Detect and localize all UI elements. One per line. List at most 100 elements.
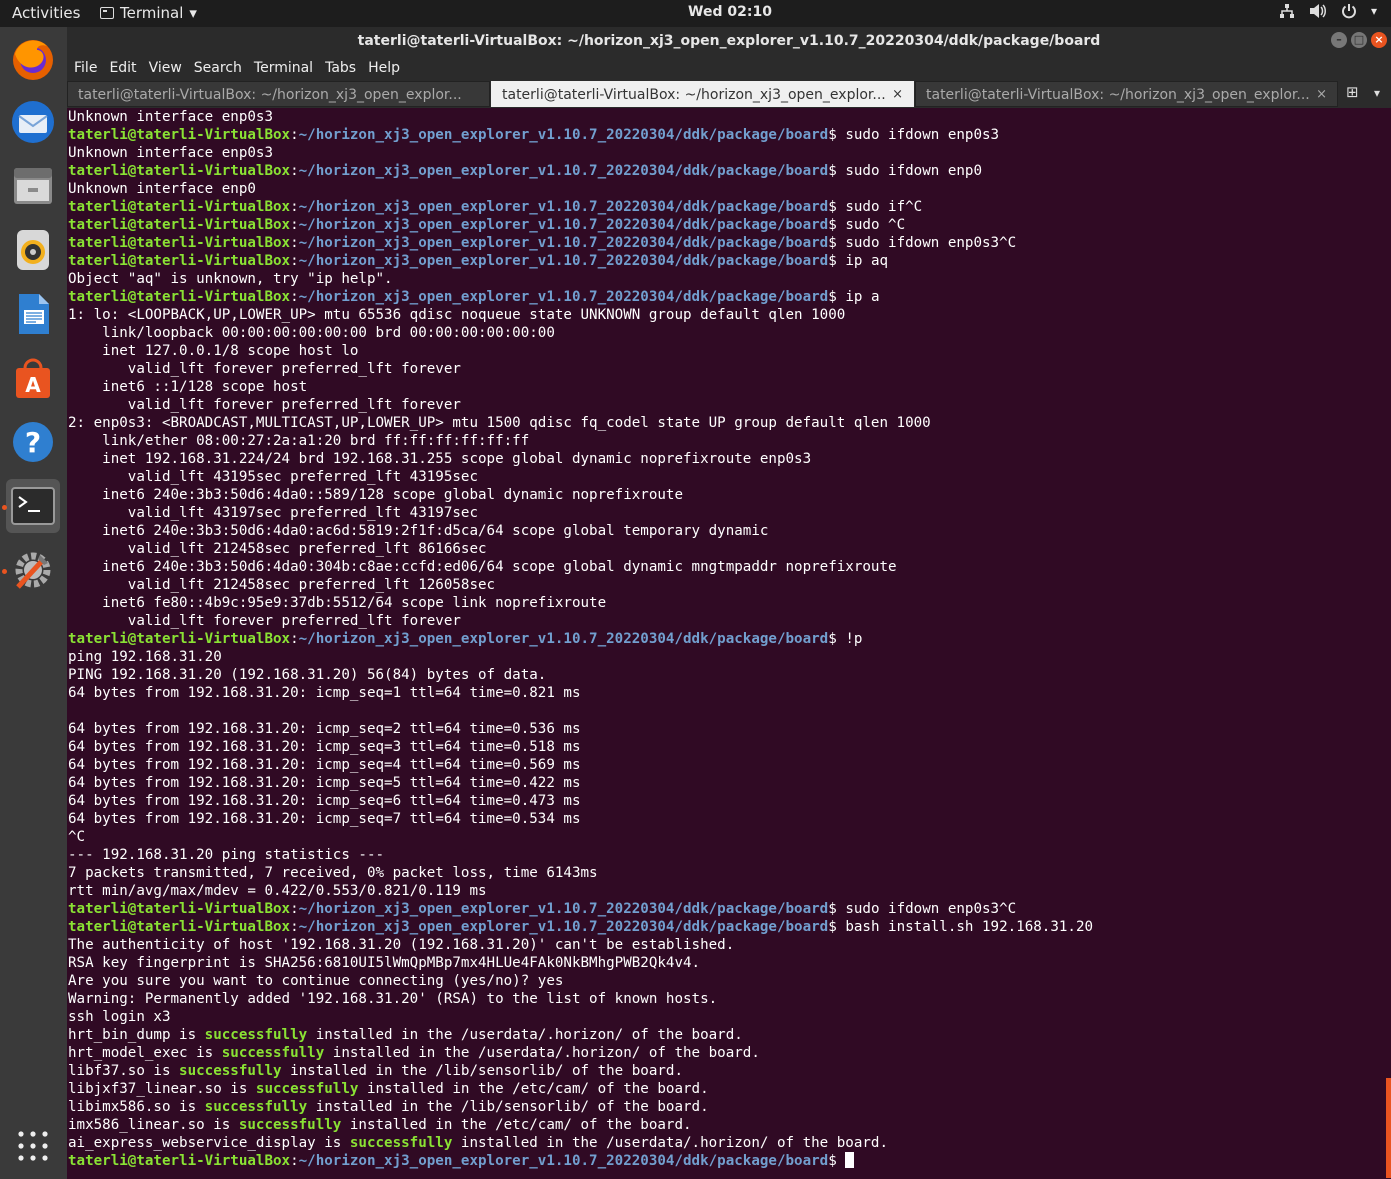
terminal-line: taterli@taterli-VirtualBox:~/horizon_xj3… [68,1152,1368,1170]
maximize-icon[interactable]: □ [1351,32,1367,48]
output-text: 64 bytes from 192.168.31.20: icmp_seq=4 … [68,757,581,773]
terminal-line: taterli@taterli-VirtualBox:~/horizon_xj3… [68,126,1368,144]
prompt-path: ~/horizon_xj3_open_explorer_v1.10.7_2022… [298,253,829,269]
menu-view[interactable]: View [149,60,182,76]
dock-terminal[interactable] [6,479,60,533]
menu-help[interactable]: Help [368,60,400,76]
clock[interactable]: Wed 02:10 [688,4,772,20]
terminal-line: taterli@taterli-VirtualBox:~/horizon_xj3… [68,900,1368,918]
prompt-user: taterli@taterli-VirtualBox [68,919,291,935]
terminal-line: hrt_bin_dump is successfully installed i… [68,1026,1368,1044]
prompt-command: $ sudo ifdown enp0s3^C [828,235,1017,251]
success-text: successfully [349,1135,453,1151]
output-text: 1: lo: <LOOPBACK,UP,LOWER_UP> mtu 65536 … [68,307,846,323]
dock-software[interactable]: A [6,351,60,405]
tab-2[interactable]: taterli@taterli-VirtualBox: ~/horizon_xj… [491,81,914,107]
dock-settings[interactable] [6,543,60,597]
prompt-path: ~/horizon_xj3_open_explorer_v1.10.7_2022… [298,631,829,647]
output-text: Unknown interface enp0s3 [68,145,273,161]
prompt-user: taterli@taterli-VirtualBox [68,217,291,233]
window-titlebar[interactable]: taterli@taterli-VirtualBox: ~/horizon_xj… [67,27,1391,55]
terminal-line: rtt min/avg/max/mdev = 0.422/0.553/0.821… [68,882,1368,900]
window-title: taterli@taterli-VirtualBox: ~/horizon_xj… [357,33,1101,49]
tab-bar: taterli@taterli-VirtualBox: ~/horizon_xj… [67,80,1391,108]
firefox-icon [13,40,53,80]
prompt-sep: : [290,1153,299,1169]
terminal-line: --- 192.168.31.20 ping statistics --- [68,846,1368,864]
output-text: inet 127.0.0.1/8 scope host lo [68,343,359,359]
output-text: installed in the /lib/sensorlib/ of the … [281,1063,684,1079]
terminal-line: inet6 240e:3b3:50d6:4da0:ac6d:5819:2f1f:… [68,522,1368,540]
output-text: The authenticity of host '192.168.31.20 … [68,937,735,953]
close-icon[interactable]: × [892,82,903,106]
prompt-user: taterli@taterli-VirtualBox [68,289,291,305]
prompt-path: ~/horizon_xj3_open_explorer_v1.10.7_2022… [298,901,829,917]
new-tab-icon[interactable]: ⊞ [1346,83,1359,101]
tab-label: taterli@taterli-VirtualBox: ~/horizon_xj… [502,87,886,103]
prompt-path: ~/horizon_xj3_open_explorer_v1.10.7_2022… [298,289,829,305]
output-text: 64 bytes from 192.168.31.20: icmp_seq=1 … [68,685,581,701]
close-icon[interactable]: × [1316,82,1327,106]
dock-firefox[interactable] [6,31,60,85]
prompt-path: ~/horizon_xj3_open_explorer_v1.10.7_2022… [298,199,829,215]
menu-edit[interactable]: Edit [109,60,136,76]
output-text: PING 192.168.31.20 (192.168.31.20) 56(84… [68,667,547,683]
terminal-line: valid_lft 43195sec preferred_lft 43195se… [68,468,1368,486]
close-icon[interactable]: × [1371,32,1387,48]
dock-thunderbird[interactable] [6,95,60,149]
dock: A ? [0,27,67,1179]
terminal-line: ping 192.168.31.20 [68,648,1368,666]
power-icon [1341,4,1356,19]
menu-terminal[interactable]: Terminal [254,60,313,76]
prompt-path: ~/horizon_xj3_open_explorer_v1.10.7_2022… [298,235,829,251]
tab-3[interactable]: taterli@taterli-VirtualBox: ~/horizon_xj… [915,81,1338,107]
dock-show-apps[interactable] [6,1119,60,1173]
prompt-sep: : [290,919,299,935]
menu-search[interactable]: Search [194,60,242,76]
dock-files[interactable] [6,159,60,213]
minimize-icon[interactable]: – [1331,32,1347,48]
terminal-line: 1: lo: <LOOPBACK,UP,LOWER_UP> mtu 65536 … [68,306,1368,324]
success-text: successfully [179,1063,282,1079]
success-text: successfully [238,1117,342,1133]
document-icon [19,294,49,334]
output-text: installed in the /userdata/.horizon/ of … [324,1045,760,1061]
dock-writer[interactable] [6,287,60,341]
store-icon: A [16,358,50,398]
terminal-line: Object "aq" is unknown, try "ip help". [68,270,1368,288]
output-text: ssh login x3 [68,1009,171,1025]
prompt-user: taterli@taterli-VirtualBox [68,199,291,215]
terminal-line: 64 bytes from 192.168.31.20: icmp_seq=1 … [68,684,1368,702]
terminal-line: inet6 240e:3b3:50d6:4da0:304b:c8ae:ccfd:… [68,558,1368,576]
dock-rhythmbox[interactable] [6,223,60,277]
terminal-line: imx586_linear.so is successfully install… [68,1116,1368,1134]
scrollbar[interactable] [1386,1078,1391,1178]
network-icon [1279,4,1294,18]
output-text: RSA key fingerprint is SHA256:6810UI5lWm… [68,955,701,971]
chevron-down-icon[interactable]: ▾ [1374,86,1380,100]
terminal-output[interactable]: Unknown interface enp0s3 taterli@taterli-… [68,108,1368,1179]
terminal-line: libjxf37_linear.so is successfully insta… [68,1080,1368,1098]
prompt-path: ~/horizon_xj3_open_explorer_v1.10.7_2022… [298,217,829,233]
output-text: installed in the /etc/cam/ of the board. [358,1081,709,1097]
terminal-line: taterli@taterli-VirtualBox:~/horizon_xj3… [68,288,1368,306]
terminal-window: taterli@taterli-VirtualBox: ~/horizon_xj… [67,27,1391,1179]
text-cursor [845,1152,855,1168]
terminal-line: valid_lft 43197sec preferred_lft 43197se… [68,504,1368,522]
prompt-user: taterli@taterli-VirtualBox [68,253,291,269]
output-text: 64 bytes from 192.168.31.20: icmp_seq=3 … [68,739,581,755]
system-menu[interactable]: ▾ [1279,3,1377,19]
menu-tabs[interactable]: Tabs [325,60,356,76]
output-text: Are you sure you want to continue connec… [68,973,564,989]
prompt-path: ~/horizon_xj3_open_explorer_v1.10.7_2022… [298,919,829,935]
tab-1[interactable]: taterli@taterli-VirtualBox: ~/horizon_xj… [67,81,490,107]
terminal-line: Are you sure you want to continue connec… [68,972,1368,990]
dock-help[interactable]: ? [6,415,60,469]
prompt-path: ~/horizon_xj3_open_explorer_v1.10.7_2022… [298,127,829,143]
prompt-user: taterli@taterli-VirtualBox [68,163,291,179]
output-text: inet6 fe80::4b9c:95e9:37db:5512/64 scope… [68,595,615,611]
terminal-line: taterli@taterli-VirtualBox:~/horizon_xj3… [68,162,1368,180]
output-text: 64 bytes from 192.168.31.20: icmp_seq=7 … [68,811,581,827]
menu-file[interactable]: File [74,60,97,76]
